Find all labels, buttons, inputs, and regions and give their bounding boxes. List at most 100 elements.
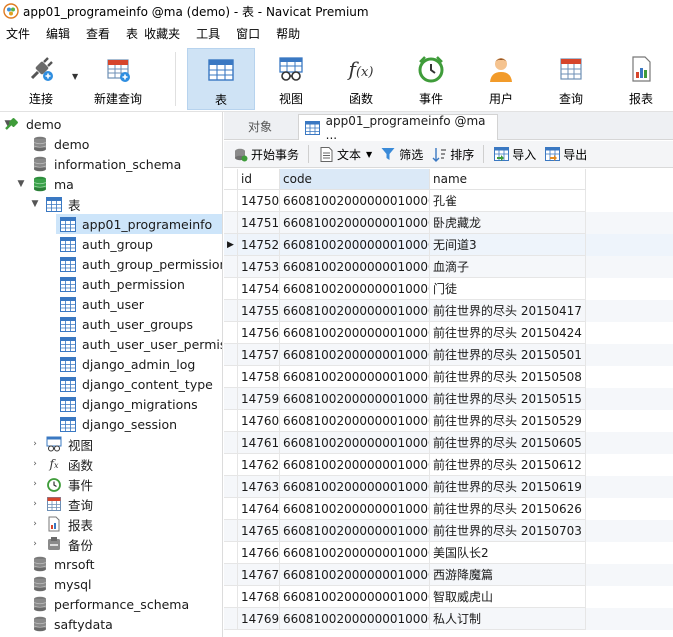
row-indicator[interactable] [224,366,238,388]
new-query-button[interactable]: 新建查询 [90,48,146,110]
menu-view[interactable]: 查看 [78,22,118,46]
cell-id[interactable]: 14759 [238,388,280,410]
cell-name[interactable]: 血滴子 [430,256,586,278]
table-row[interactable]: 14765 66081002000000010000 前往世界的尽头 2015070… [224,520,673,542]
chevron-right-icon[interactable]: › [30,539,40,549]
filter-button[interactable]: 筛选 [376,143,427,165]
tree-group-queries[interactable]: › 查询 [0,494,222,514]
row-indicator[interactable] [224,586,238,608]
table-row[interactable]: 14756 66081002000000010000 前往世界的尽头 2015042… [224,322,673,344]
cell-id[interactable]: 14751 [238,212,280,234]
cell-code[interactable]: 66081002000000010000 [280,520,430,542]
row-indicator[interactable] [224,190,238,212]
cell-code[interactable]: 66081002000000010000 [280,366,430,388]
cell-id[interactable]: 14764 [238,498,280,520]
cell-name[interactable]: 前往世界的尽头 20150417 [430,300,586,322]
tree-table-auth-user[interactable]: auth_user [0,294,222,314]
cell-id[interactable]: 14769 [238,608,280,630]
cell-name[interactable]: 美国队长2 [430,542,586,564]
row-indicator[interactable] [224,256,238,278]
cell-id[interactable]: 14755 [238,300,280,322]
table-row[interactable]: 14761 66081002000000010000 前往世界的尽头 2015060… [224,432,673,454]
cell-id[interactable]: 14756 [238,322,280,344]
cell-code[interactable]: 66081002000000010000 [280,300,430,322]
cell-name[interactable]: 前往世界的尽头 20150612 [430,454,586,476]
cell-id[interactable]: 14760 [238,410,280,432]
tab-objects[interactable]: 对象 [224,112,296,140]
tree-table-django-migrations[interactable]: django_migrations [0,394,222,414]
table-row[interactable]: 14762 66081002000000010000 前往世界的尽头 2015061… [224,454,673,476]
row-indicator[interactable] [224,212,238,234]
tree-table-auth-permission[interactable]: auth_permission [0,274,222,294]
row-indicator[interactable] [224,476,238,498]
chevron-right-icon[interactable]: › [30,459,40,469]
chevron-right-icon[interactable]: › [30,479,40,489]
menu-edit[interactable]: 编辑 [38,22,78,46]
sort-button[interactable]: 排序 [427,143,478,165]
table-row[interactable]: 14755 66081002000000010000 前往世界的尽头 2015041… [224,300,673,322]
chevron-down-icon[interactable]: ▼ [30,199,40,209]
row-indicator[interactable] [224,498,238,520]
cell-name[interactable]: 前往世界的尽头 20150703 [430,520,586,542]
event-button[interactable]: 事件 [402,48,460,110]
table-row[interactable]: ▶ 14752 66081002000000010000 无间道3 [224,234,673,256]
row-indicator[interactable] [224,608,238,630]
menu-favorites[interactable]: 收藏夹 [141,22,188,46]
query-button[interactable]: 查询 [542,48,600,110]
cell-code[interactable]: 66081002000000010000 [280,476,430,498]
cell-name[interactable]: 私人订制 [430,608,586,630]
cell-code[interactable]: 66081002000000010000 [280,410,430,432]
tree-group-backups[interactable]: › 备份 [0,534,222,554]
table-row[interactable]: 14753 66081002000000010000 血滴子 [224,256,673,278]
database-information-schema[interactable]: information_schema [0,154,222,174]
text-view-button[interactable]: 文本 ▼ [314,143,376,165]
chevron-down-icon[interactable]: ▼ [16,179,26,189]
cell-name[interactable]: 前往世界的尽头 20150626 [430,498,586,520]
cell-id[interactable]: 14758 [238,366,280,388]
cell-name[interactable]: 卧虎藏龙 [430,212,586,234]
cell-code[interactable]: 66081002000000010000 [280,212,430,234]
cell-code[interactable]: 66081002000000010000 [280,190,430,212]
tree-group-functions[interactable]: › fx 函数 [0,454,222,474]
table-row[interactable]: 14767 66081002000000010000 西游降魔篇 [224,564,673,586]
table-button[interactable]: 表 [187,48,255,110]
function-button[interactable]: f(x) 函数 [332,48,390,110]
cell-name[interactable]: 孔雀 [430,190,586,212]
cell-name[interactable]: 门徒 [430,278,586,300]
cell-name[interactable]: 前往世界的尽头 20150605 [430,432,586,454]
table-row[interactable]: 14769 66081002000000010000 私人订制 [224,608,673,630]
tree-table-auth-group[interactable]: auth_group [0,234,222,254]
column-header-code[interactable]: code [280,169,430,190]
cell-code[interactable]: 66081002000000010000 [280,564,430,586]
row-indicator[interactable] [224,322,238,344]
chevron-right-icon[interactable]: › [30,439,40,449]
cell-name[interactable]: 前往世界的尽头 20150529 [430,410,586,432]
cell-code[interactable]: 66081002000000010000 [280,322,430,344]
cell-name[interactable]: 智取威虎山 [430,586,586,608]
tree-table-auth-group-permissions[interactable]: auth_group_permissions [0,254,222,274]
table-row[interactable]: 14758 66081002000000010000 前往世界的尽头 2015050… [224,366,673,388]
cell-id[interactable]: 14757 [238,344,280,366]
cell-code[interactable]: 66081002000000010000 [280,278,430,300]
tree-table-django-session[interactable]: django_session [0,414,222,434]
row-indicator[interactable] [224,542,238,564]
cell-name[interactable]: 前往世界的尽头 20150501 [430,344,586,366]
tree-table-django-admin-log[interactable]: django_admin_log [0,354,222,374]
menu-window[interactable]: 窗口 [228,22,268,46]
connect-button[interactable]: 连接 [14,48,68,110]
database-ma[interactable]: ▼ ma [0,174,222,194]
cell-id[interactable]: 14763 [238,476,280,498]
table-row[interactable]: 14766 66081002000000010000 美国队长2 [224,542,673,564]
table-row[interactable]: 14754 66081002000000010000 门徒 [224,278,673,300]
tree-group-views[interactable]: › 视图 [0,434,222,454]
table-row[interactable]: 14760 66081002000000010000 前往世界的尽头 2015052… [224,410,673,432]
tab-app01-programeinfo[interactable]: app01_programeinfo @ma ... [298,114,498,142]
export-button[interactable]: 导出 [540,143,591,165]
database-saftydata[interactable]: saftydata [0,614,222,634]
table-row[interactable]: 14763 66081002000000010000 前往世界的尽头 2015061… [224,476,673,498]
database-demo[interactable]: demo [0,134,222,154]
cell-id[interactable]: 14762 [238,454,280,476]
tree-table-auth-user-groups[interactable]: auth_user_groups [0,314,222,334]
table-row[interactable]: 14768 66081002000000010000 智取威虎山 [224,586,673,608]
cell-name[interactable]: 西游降魔篇 [430,564,586,586]
